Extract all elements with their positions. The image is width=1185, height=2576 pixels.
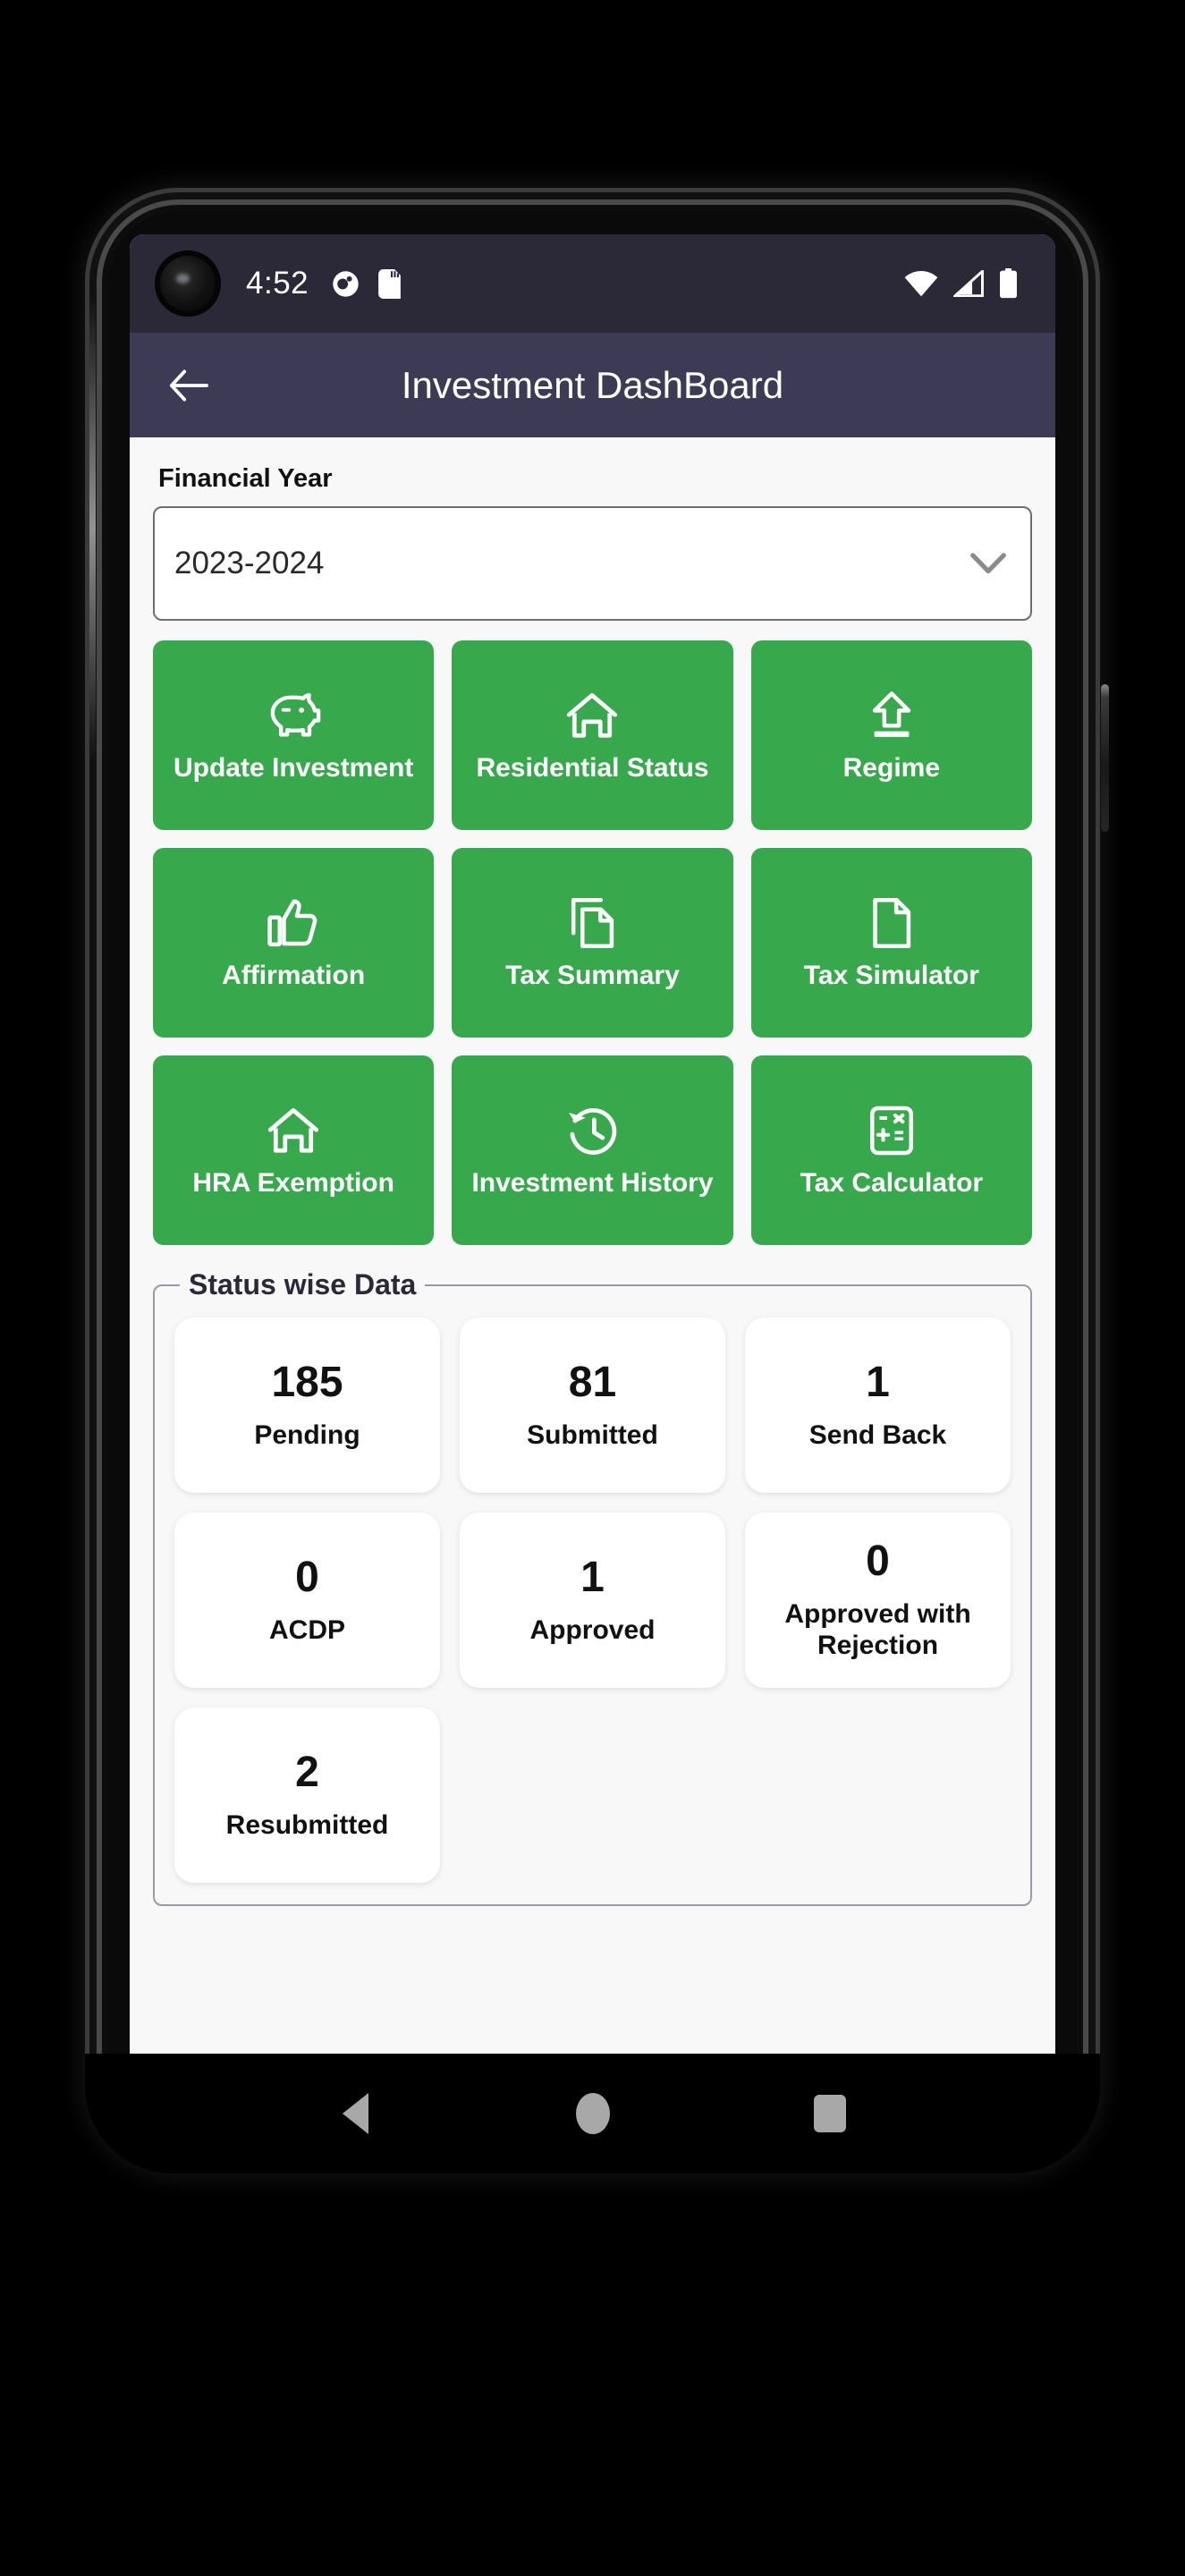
tile-regime[interactable]: Regime [750,640,1032,830]
tile-investment-history[interactable]: Investment History [452,1055,733,1245]
status-label: Resubmitted [225,1809,389,1840]
tile-label: Tax Calculator [800,1167,984,1198]
thumbs-up-icon [267,894,319,953]
upload-icon [868,686,915,745]
tile-label: HRA Exemption [192,1167,394,1198]
status-count: 81 [568,1358,617,1406]
status-bar-notification-icons [332,268,402,299]
tile-affirmation[interactable]: Affirmation [153,848,435,1038]
status-count: 0 [866,1538,890,1586]
tile-label: Tax Summary [505,960,680,990]
tile-label: Tax Simulator [803,960,979,990]
home-icon [565,686,619,745]
screenshot-stage: 4:52 Investment DashBoard Financial Year… [0,0,1185,2576]
status-count: 185 [271,1358,343,1406]
sd-card-icon [378,268,401,299]
home-icon [267,1101,320,1160]
tile-label: Residential Status [476,752,709,783]
tile-tax-calculator[interactable]: Tax Calculator [750,1055,1032,1245]
status-bar-clock: 4:52 [246,266,309,301]
nav-home-icon [575,2093,610,2134]
status-card-approved-with-rejection[interactable]: 0 Approved with Rejection [745,1513,1011,1688]
battery-icon [1000,268,1017,299]
calculator-icon [869,1101,914,1160]
status-wise-data-section: Status wise Data 185 Pending 81 Submitte… [153,1268,1032,1906]
status-card-grid: 185 Pending 81 Submitted 1 Send Back 0 A… [174,1318,1011,1883]
nav-back-button[interactable] [316,2073,396,2154]
status-card-send-back[interactable]: 1 Send Back [745,1318,1011,1493]
notification-dot-icon [333,270,359,297]
status-bar: 4:52 [130,234,1055,333]
financial-year-select[interactable]: 2023-2024 [153,506,1032,621]
status-label: Send Back [808,1419,947,1450]
status-label: Submitted [527,1419,658,1450]
status-label: Pending [254,1419,360,1450]
android-navigation-bar [85,2054,1100,2174]
copy-documents-icon [567,894,617,953]
back-arrow-icon [169,369,208,401]
chevron-down-icon [970,553,1006,574]
tile-label: Affirmation [222,960,366,990]
power-button[interactable] [1101,684,1109,832]
status-label: ACDP [268,1614,345,1645]
page-title: Investment DashBoard [401,363,784,406]
status-card-pending[interactable]: 185 Pending [174,1318,440,1493]
tile-update-investment[interactable]: Update Investment [153,640,435,830]
tile-residential-status[interactable]: Residential Status [452,640,733,830]
status-card-submitted[interactable]: 81 Submitted [460,1318,725,1493]
status-card-approved[interactable]: 1 Approved [460,1513,725,1688]
tile-tax-simulator[interactable]: Tax Simulator [750,848,1032,1038]
document-icon [870,894,913,953]
status-count: 1 [580,1553,605,1601]
nav-home-button[interactable] [553,2073,633,2154]
tile-label: Regime [842,752,941,783]
status-count: 0 [295,1553,319,1601]
cellular-signal-icon [953,270,984,297]
status-wise-data-legend: Status wise Data [189,1268,417,1301]
status-count: 2 [295,1748,319,1796]
nav-back-icon [343,2093,368,2134]
wifi-icon [904,270,938,297]
status-card-resubmitted[interactable]: 2 Resubmitted [174,1707,440,1883]
status-label: Approved [529,1614,656,1645]
financial-year-value: 2023-2024 [174,546,325,580]
front-camera-punch-hole [155,250,221,317]
status-bar-system-icons [904,268,1023,299]
app-bar: Investment DashBoard [130,333,1055,437]
back-button[interactable] [160,357,217,414]
status-card-acdp[interactable]: 0 ACDP [174,1513,440,1688]
dashboard-tile-grid: Update Investment Residential Status Reg… [153,640,1032,1245]
nav-recents-icon [813,2095,846,2132]
status-count: 1 [866,1358,890,1406]
financial-year-label: Financial Year [158,464,333,493]
tile-label: Update Investment [173,752,414,783]
tile-tax-summary[interactable]: Tax Summary [452,848,733,1038]
frame-edge-highlight [89,295,96,760]
dashboard-content: Financial Year 2023-2024 Update Investme… [130,437,1055,2125]
tile-hra-exemption[interactable]: HRA Exemption [153,1055,435,1245]
device-screen: 4:52 Investment DashBoard Financial Year… [130,234,1055,2125]
nav-recents-button[interactable] [790,2073,870,2154]
piggy-bank-icon [266,686,321,745]
status-label: Approved with Rejection [784,1599,971,1661]
tile-label: Investment History [471,1167,714,1198]
history-clock-icon [566,1101,618,1160]
